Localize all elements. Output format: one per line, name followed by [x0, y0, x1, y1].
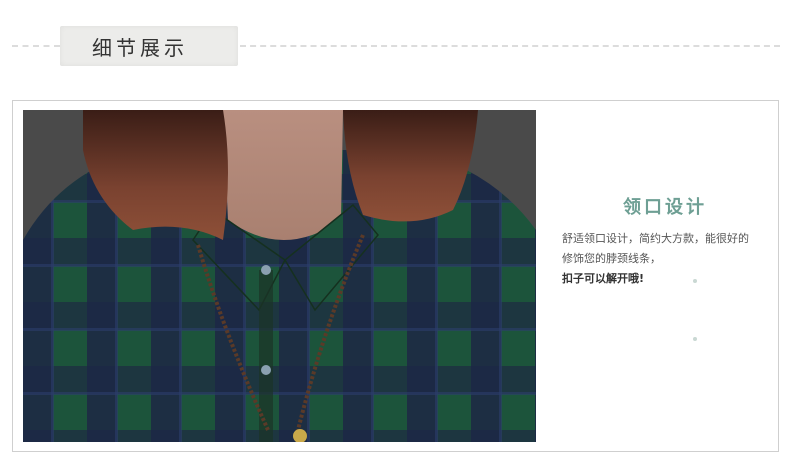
section-title-block: 细节展示 — [60, 26, 238, 66]
feature-desc-line1: 舒适领口设计，简约大方款，能很好的 — [562, 232, 749, 245]
product-photo — [23, 110, 536, 442]
section-title: 细节展示 — [92, 36, 188, 60]
feature-note: 扣子可以解开哦! — [562, 272, 645, 285]
plaid-shirt-illustration — [23, 110, 536, 442]
feature-title: 领口设计 — [623, 197, 707, 218]
section-header: 细节展示 — [0, 0, 790, 100]
header-divider-right — [240, 45, 780, 47]
decor-dot — [693, 337, 697, 341]
decor-dot — [693, 279, 697, 283]
header-divider-left — [12, 45, 60, 47]
feature-description: 舒适领口设计，简约大方款，能很好的 修饰您的脖颈线条， — [562, 229, 772, 269]
feature-desc-line2: 修饰您的脖颈线条， — [562, 252, 661, 265]
